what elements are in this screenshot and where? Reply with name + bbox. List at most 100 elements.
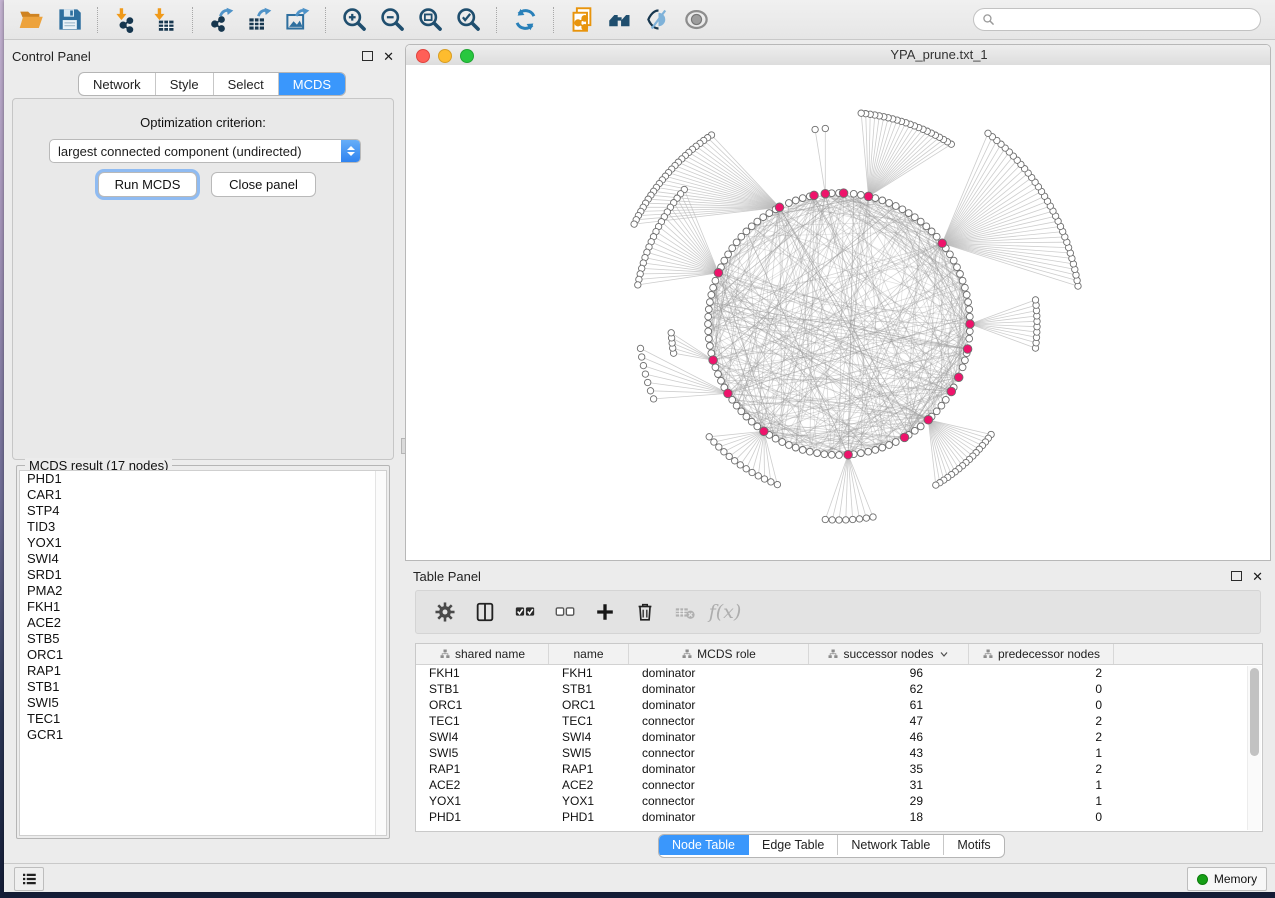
satellite-node[interactable] (856, 516, 862, 522)
open-file-icon[interactable] (12, 4, 50, 36)
export-network-icon[interactable] (202, 4, 240, 36)
network-node[interactable] (733, 402, 740, 409)
table-row[interactable]: PHD1PHD1dominator180 (416, 809, 1262, 825)
satellite-node[interactable] (642, 371, 648, 377)
satellite-node[interactable] (850, 516, 856, 522)
tab-network[interactable]: Network (79, 73, 156, 95)
network-node[interactable] (705, 321, 712, 328)
network-node[interactable] (966, 328, 973, 335)
column-header-name[interactable]: name (549, 644, 629, 664)
network-node[interactable] (786, 442, 793, 449)
mcds-result-item[interactable]: TEC1 (20, 711, 386, 727)
window-minimize-icon[interactable] (438, 49, 452, 63)
mcds-result-item[interactable]: SRD1 (20, 567, 386, 583)
network-node[interactable] (966, 306, 973, 313)
network-node[interactable] (806, 448, 813, 455)
network-node[interactable] (707, 299, 714, 306)
tab-select[interactable]: Select (214, 73, 279, 95)
network-node[interactable] (743, 228, 750, 235)
satellite-node[interactable] (645, 379, 651, 385)
zoom-selected-icon[interactable] (449, 4, 487, 36)
network-node[interactable] (828, 451, 835, 458)
satellite-node[interactable] (743, 466, 749, 472)
memory-button[interactable]: Memory (1187, 867, 1267, 891)
mcds-hub-node[interactable] (709, 356, 718, 365)
mcds-hub-node[interactable] (947, 387, 956, 396)
network-node[interactable] (733, 239, 740, 246)
network-node[interactable] (743, 413, 750, 420)
import-network-icon[interactable] (107, 4, 145, 36)
network-node[interactable] (879, 444, 886, 451)
satellite-node[interactable] (647, 388, 653, 394)
select-all-icon[interactable] (512, 599, 538, 625)
network-node[interactable] (899, 206, 906, 213)
network-node[interactable] (821, 451, 828, 458)
satellite-node[interactable] (761, 476, 767, 482)
mcds-hub-node[interactable] (724, 389, 733, 398)
satellite-node[interactable] (863, 515, 869, 521)
mcds-hub-node[interactable] (966, 320, 975, 329)
table-row[interactable]: SWI4SWI4dominator462 (416, 729, 1262, 745)
network-node[interactable] (715, 371, 722, 378)
mcds-result-item[interactable]: FKH1 (20, 599, 386, 615)
satellite-node[interactable] (829, 517, 835, 523)
tab-mcds[interactable]: MCDS (279, 73, 345, 95)
mcds-result-item[interactable]: PHD1 (20, 471, 386, 487)
network-node[interactable] (959, 364, 966, 371)
satellite-node[interactable] (706, 434, 712, 440)
mcds-result-item[interactable]: PMA2 (20, 583, 386, 599)
export-image-icon[interactable] (278, 4, 316, 36)
satellite-node[interactable] (635, 282, 641, 288)
network-canvas[interactable] (406, 65, 1271, 561)
network-node[interactable] (892, 203, 899, 210)
network-node[interactable] (963, 291, 970, 298)
mcds-result-item[interactable]: RAP1 (20, 663, 386, 679)
satellite-node[interactable] (1032, 297, 1038, 303)
hide-panels-icon[interactable] (639, 4, 677, 36)
delete-icon[interactable] (632, 599, 658, 625)
network-node[interactable] (923, 223, 930, 230)
network-node[interactable] (748, 223, 755, 230)
network-node[interactable] (705, 335, 712, 342)
network-node[interactable] (911, 427, 918, 434)
network-node[interactable] (779, 439, 786, 446)
add-row-icon[interactable] (592, 599, 618, 625)
network-node[interactable] (705, 328, 712, 335)
mcds-hub-node[interactable] (954, 373, 963, 382)
network-node[interactable] (814, 450, 821, 457)
mcds-result-list[interactable]: PHD1CAR1STP4TID3YOX1SWI4SRD1PMA2FKH1ACE2… (19, 470, 387, 836)
mcds-hub-node[interactable] (844, 450, 853, 459)
network-node[interactable] (917, 423, 924, 430)
mcds-result-item[interactable]: ACE2 (20, 615, 386, 631)
mcds-result-item[interactable]: ORC1 (20, 647, 386, 663)
network-node[interactable] (754, 423, 761, 430)
mcds-hub-node[interactable] (963, 345, 972, 354)
satellite-node[interactable] (631, 221, 637, 227)
table-row[interactable]: FKH1FKH1dominator962 (416, 665, 1262, 681)
satellite-node[interactable] (749, 469, 755, 475)
satellite-node[interactable] (985, 130, 991, 136)
network-node[interactable] (892, 439, 899, 446)
zoom-out-icon[interactable] (373, 4, 411, 36)
network-node[interactable] (721, 257, 728, 264)
float-panel-icon[interactable] (1231, 571, 1242, 581)
network-node[interactable] (911, 214, 918, 221)
column-header-MCDS-role[interactable]: MCDS role (629, 644, 809, 664)
network-node[interactable] (959, 277, 966, 284)
satellite-node[interactable] (732, 458, 738, 464)
mcds-hub-node[interactable] (864, 192, 873, 201)
network-node[interactable] (712, 364, 719, 371)
network-node[interactable] (850, 190, 857, 197)
network-node[interactable] (933, 233, 940, 240)
import-table-icon[interactable] (145, 4, 183, 36)
tab-network-table[interactable]: Network Table (838, 835, 944, 855)
network-node[interactable] (886, 200, 893, 207)
table-row[interactable]: STB1STB1dominator620 (416, 681, 1262, 697)
network-node[interactable] (966, 335, 973, 342)
network-node[interactable] (879, 197, 886, 204)
satellite-node[interactable] (755, 473, 761, 479)
zoom-fit-icon[interactable] (411, 4, 449, 36)
mcds-result-item[interactable]: CAR1 (20, 487, 386, 503)
table-row[interactable]: YOX1YOX1connector291 (416, 793, 1262, 809)
satellite-node[interactable] (721, 449, 727, 455)
